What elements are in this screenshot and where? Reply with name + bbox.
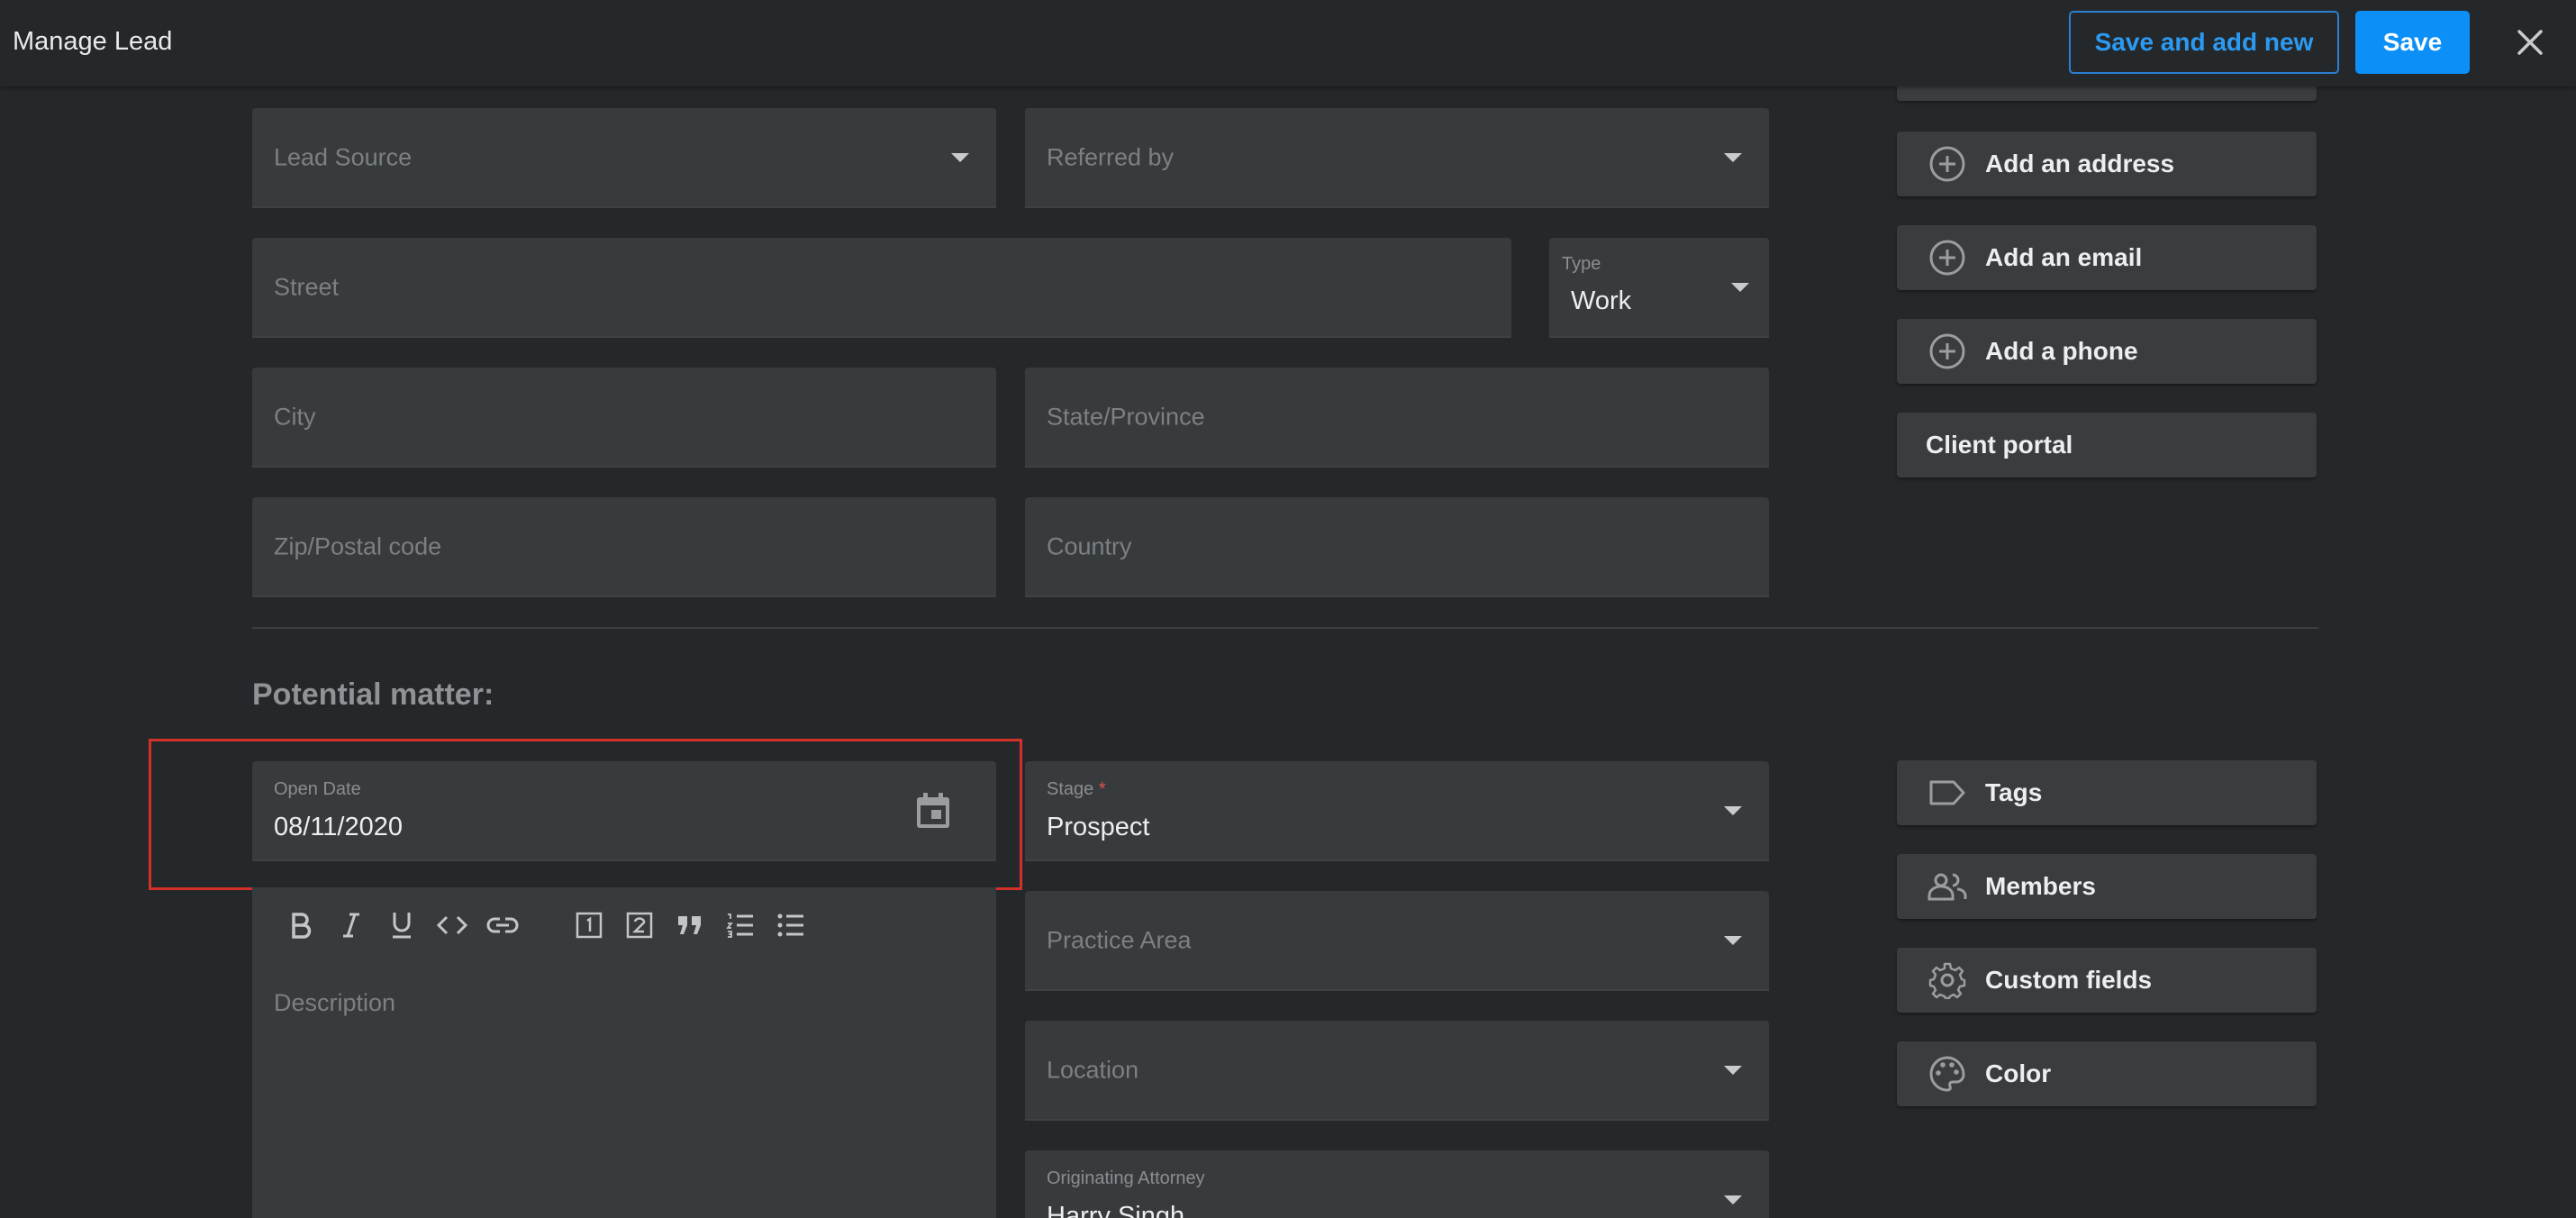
quote-icon[interactable] xyxy=(668,905,712,945)
add-phone-label: Add a phone xyxy=(1985,337,2138,365)
chevron-down-icon xyxy=(1724,152,1742,162)
zip-input[interactable]: Zip/Postal code xyxy=(252,497,996,597)
color-button[interactable]: Color xyxy=(1897,1041,2317,1106)
add-email-button[interactable]: Add an email xyxy=(1897,225,2317,290)
section-divider xyxy=(252,627,2318,629)
chevron-down-icon xyxy=(1724,1195,1742,1204)
add-phone-button[interactable]: Add a phone xyxy=(1897,319,2317,384)
bullet-list-icon[interactable] xyxy=(769,905,812,945)
lead-source-select[interactable]: Lead Source xyxy=(252,108,996,208)
add-circle-icon xyxy=(1927,238,1967,277)
street-placeholder: Street xyxy=(274,273,340,300)
chevron-down-icon xyxy=(1731,282,1749,292)
zip-placeholder: Zip/Postal code xyxy=(274,532,442,559)
custom-fields-button[interactable]: Custom fields xyxy=(1897,948,2317,1013)
stage-select[interactable]: Stage * Prospect xyxy=(1025,761,1769,861)
tags-label: Tags xyxy=(1985,778,2043,806)
state-placeholder: State/Province xyxy=(1047,403,1205,430)
code-icon[interactable] xyxy=(431,905,474,945)
members-button[interactable]: Members xyxy=(1897,854,2317,919)
state-input[interactable]: State/Province xyxy=(1025,368,1769,468)
gear-icon xyxy=(1927,960,1967,1000)
save-button[interactable]: Save xyxy=(2355,11,2470,74)
potential-matter-heading: Potential matter: xyxy=(252,677,494,712)
add-circle-icon xyxy=(1927,144,1967,184)
country-input[interactable]: Country xyxy=(1025,497,1769,597)
bold-icon[interactable] xyxy=(279,905,322,945)
underline-icon[interactable] xyxy=(380,905,423,945)
top-bar: Manage Lead Save and add new Save xyxy=(0,0,2576,86)
chevron-down-icon xyxy=(1724,1065,1742,1075)
type-label: Type xyxy=(1562,254,1601,274)
people-icon xyxy=(1927,867,1967,906)
originating-attorney-select[interactable]: Originating Attorney Harry Singh xyxy=(1025,1150,1769,1218)
referred-by-placeholder: Referred by xyxy=(1047,143,1175,170)
tags-button[interactable]: Tags xyxy=(1897,760,2317,825)
heading2-icon[interactable] xyxy=(618,905,661,945)
add-circle-icon xyxy=(1927,332,1967,371)
tag-icon xyxy=(1927,773,1967,813)
street-input[interactable]: Street xyxy=(252,238,1511,338)
practice-area-placeholder: Practice Area xyxy=(1047,926,1192,953)
referred-by-select[interactable]: Referred by xyxy=(1025,108,1769,208)
members-label: Members xyxy=(1985,872,2096,900)
type-value: Work xyxy=(1571,286,1632,315)
stage-label: Stage xyxy=(1047,779,1094,799)
save-and-add-new-button[interactable]: Save and add new xyxy=(2069,11,2339,74)
chevron-down-icon xyxy=(1724,935,1742,945)
ordered-list-icon[interactable] xyxy=(719,905,762,945)
originating-attorney-value: Harry Singh xyxy=(1047,1202,1185,1218)
client-portal-label: Client portal xyxy=(1926,431,2073,459)
link-icon[interactable] xyxy=(481,905,524,945)
custom-fields-label: Custom fields xyxy=(1985,966,2153,994)
add-address-button[interactable]: Add an address xyxy=(1897,132,2317,196)
required-marker: * xyxy=(1098,779,1106,799)
lead-source-placeholder: Lead Source xyxy=(274,143,413,170)
highlight-box xyxy=(149,739,1022,890)
page-title: Manage Lead xyxy=(13,27,173,56)
location-select[interactable]: Location xyxy=(1025,1021,1769,1121)
color-label: Color xyxy=(1985,1059,2052,1087)
italic-icon[interactable] xyxy=(330,905,373,945)
location-placeholder: Location xyxy=(1047,1056,1139,1083)
palette-icon xyxy=(1927,1054,1967,1094)
chevron-down-icon xyxy=(951,152,969,162)
city-input[interactable]: City xyxy=(252,368,996,468)
client-portal-button[interactable]: Client portal xyxy=(1897,413,2317,477)
side-button-stub xyxy=(1897,86,2317,101)
heading1-icon[interactable] xyxy=(567,905,611,945)
chevron-down-icon xyxy=(1724,805,1742,815)
description-placeholder: Description xyxy=(274,989,396,1016)
stage-value: Prospect xyxy=(1047,813,1150,841)
practice-area-select[interactable]: Practice Area xyxy=(1025,891,1769,991)
country-placeholder: Country xyxy=(1047,532,1132,559)
add-address-label: Add an address xyxy=(1985,150,2175,177)
originating-attorney-label: Originating Attorney xyxy=(1047,1168,1205,1188)
add-email-label: Add an email xyxy=(1985,243,2143,271)
city-placeholder: City xyxy=(274,403,316,430)
stage-label-wrap: Stage * xyxy=(1047,779,1106,800)
description-editor[interactable]: Description xyxy=(252,887,996,1218)
address-type-select[interactable]: Type Work xyxy=(1549,238,1769,338)
close-icon[interactable] xyxy=(2509,22,2551,63)
editor-toolbar xyxy=(279,905,820,945)
